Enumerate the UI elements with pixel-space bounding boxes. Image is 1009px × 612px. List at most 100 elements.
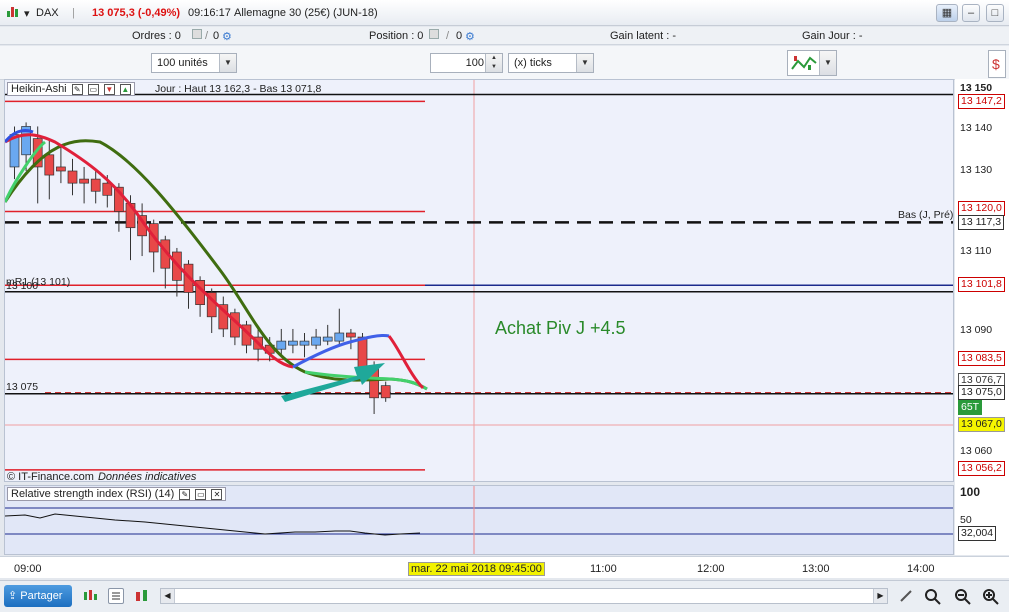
chart-type-icon[interactable] [82, 588, 98, 604]
units-value: 100 unités [157, 57, 208, 69]
price-change: 13 075,3 (-0,49%) [92, 7, 181, 19]
ticks-select[interactable]: (x) ticks ▼ [508, 53, 594, 73]
watermark-note: Données indicatives [98, 471, 197, 482]
zoom-out-icon[interactable] [954, 588, 971, 605]
level-badge: 13 101,8 [958, 277, 1005, 292]
volume-badge: 65T [958, 400, 983, 415]
rsi-title: Relative strength index (RSI) (14) [11, 488, 175, 500]
candle-body [67, 170, 78, 184]
price-axis[interactable]: 13 150 13 147,2 13 140 13 130 13 120,0 1… [955, 79, 1009, 555]
x-tick: 09:00 [14, 563, 42, 575]
y-tick: 13 140 [960, 122, 993, 134]
chevron-down-icon[interactable]: ▼ [219, 54, 236, 72]
rsi-line [5, 513, 421, 536]
candle-body [380, 385, 391, 399]
quantity-stepper[interactable]: 100 ▲ ▼ [430, 53, 503, 73]
rsi-panel[interactable]: Relative strength index (RSI) (14) ✎ ▭ ✕ [4, 485, 954, 555]
r1-level-label: 13 100 [6, 280, 38, 292]
dropdown-icon[interactable]: ▾ [24, 7, 30, 20]
bottom-toolbar: ⇪ Partager ◀ ▶ [0, 580, 1009, 612]
list-icon[interactable] [108, 588, 124, 604]
order-toolbar: 100 unités ▼ 100 ▲ ▼ (x) ticks ▼ ▼ $ [0, 46, 1009, 80]
indicator-icon[interactable] [134, 588, 150, 604]
title-bar: ▾ DAX | 13 075,3 (-0,49%) 09:16:17 Allem… [0, 0, 1009, 26]
symbol-label[interactable]: DAX [36, 7, 59, 19]
chart-title: Heikin-Ashi [11, 83, 67, 95]
chevron-down-icon[interactable]: ▼ [576, 54, 593, 72]
y-tick: 13 130 [960, 164, 993, 176]
level-badge: 13 117,3 [958, 215, 1005, 230]
candle-body [322, 336, 333, 342]
orders-label: Ordres : 0 [132, 30, 181, 42]
candle-body [56, 166, 66, 172]
level-badge: 13 056,2 [958, 461, 1005, 476]
wrench-icon[interactable]: ✎ [71, 83, 83, 95]
zoom-in-icon[interactable] [982, 588, 999, 605]
x-tick: 14:00 [907, 563, 935, 575]
zoom-box-icon[interactable] [924, 588, 941, 605]
cancel-orders-icon[interactable] [192, 29, 202, 39]
cursor-tool-icon[interactable] [898, 588, 914, 604]
x-tick: 12:00 [697, 563, 725, 575]
chart-header: Heikin-Ashi ✎ ▭ ▼ ▲ [7, 82, 135, 96]
candle-body [276, 340, 287, 350]
level-badge: 13 147,2 [958, 94, 1005, 109]
chevron-down-icon[interactable]: ▼ [819, 51, 836, 75]
gear-icon[interactable]: ⚙ [222, 30, 232, 43]
rsi-value-badge: 32,004 [958, 526, 997, 541]
clock: 09:16:17 [188, 7, 231, 19]
move-up-icon[interactable]: ▲ [119, 83, 131, 95]
unrealized-gain: Gain latent : - [610, 30, 677, 42]
ticks-value: (x) ticks [514, 57, 552, 69]
day-gain: Gain Jour : - [802, 30, 863, 42]
cursor-time-label: mar. 22 mai 2018 09:45:00 [408, 562, 545, 576]
layout-icon[interactable]: ▦ [936, 4, 958, 22]
strategy-button[interactable]: ▼ [787, 50, 837, 76]
separator: | [72, 7, 75, 19]
candle-body [357, 336, 368, 370]
scroll-right-icon[interactable]: ▶ [873, 589, 887, 603]
instrument-name: Allemagne 30 (25€) (JUN-18) [234, 7, 378, 19]
svg-text:$: $ [992, 56, 1000, 72]
share-label: Partager [20, 590, 63, 602]
move-down-icon[interactable]: ▼ [103, 83, 115, 95]
position-label: Position : 0 [369, 30, 424, 42]
pivot-label: Bas (J, Pré) [898, 209, 953, 221]
separator: / [446, 30, 450, 42]
orders-right: 0 [213, 30, 220, 42]
share-icon: ⇪ [8, 590, 18, 602]
x-tick: 11:00 [590, 563, 617, 575]
candle-body [79, 178, 89, 184]
level-badge: 13 067,0 [958, 417, 1005, 432]
maximize-button[interactable]: □ [986, 4, 1004, 22]
level-badge: 13 120,0 [958, 201, 1005, 216]
units-select[interactable]: 100 unités ▼ [151, 53, 237, 73]
candle-body [346, 332, 356, 338]
x-tick: 13:00 [802, 563, 830, 575]
chart-icon [6, 5, 20, 22]
rsi-header: Relative strength index (RSI) (14) ✎ ▭ ✕ [7, 487, 227, 501]
y-tick: 13 060 [960, 445, 993, 457]
day-range: Jour : Haut 13 162,3 - Bas 13 071,8 [155, 83, 322, 95]
time-axis[interactable]: 09:00 mar. 22 mai 2018 09:45:00 11:00 12… [0, 556, 1009, 578]
maximize-panel-icon[interactable]: ▭ [195, 488, 207, 500]
scroll-left-icon[interactable]: ◀ [161, 589, 175, 603]
close-position-icon[interactable] [429, 29, 439, 39]
stepper-arrows-icon[interactable]: ▲ ▼ [485, 54, 502, 72]
close-icon[interactable]: ✕ [211, 488, 223, 500]
order-ticket-icon[interactable]: $ [988, 50, 1006, 78]
candle-body [299, 340, 310, 346]
price-chart-svg: Achat Piv J +4.5 Bas (J, Pré) mR1 (13 10… [5, 80, 953, 482]
wrench-icon[interactable]: ✎ [179, 488, 191, 500]
minimize-button[interactable]: – [962, 4, 980, 22]
y-tick: 13 110 [960, 245, 992, 257]
candle-body [90, 178, 101, 192]
horizontal-scrollbar[interactable]: ◀ ▶ [160, 588, 888, 604]
share-button[interactable]: ⇪ Partager [4, 585, 72, 607]
price-chart[interactable]: Achat Piv J +4.5 Bas (J, Pré) mR1 (13 10… [4, 79, 954, 482]
gear-icon[interactable]: ⚙ [465, 30, 475, 43]
watermark: © IT-Finance.com Données indicatives [7, 471, 197, 482]
level-badge: 13 075,0 [958, 385, 1005, 400]
annotation-text: Achat Piv J +4.5 [495, 318, 626, 338]
maximize-panel-icon[interactable]: ▭ [87, 83, 99, 95]
